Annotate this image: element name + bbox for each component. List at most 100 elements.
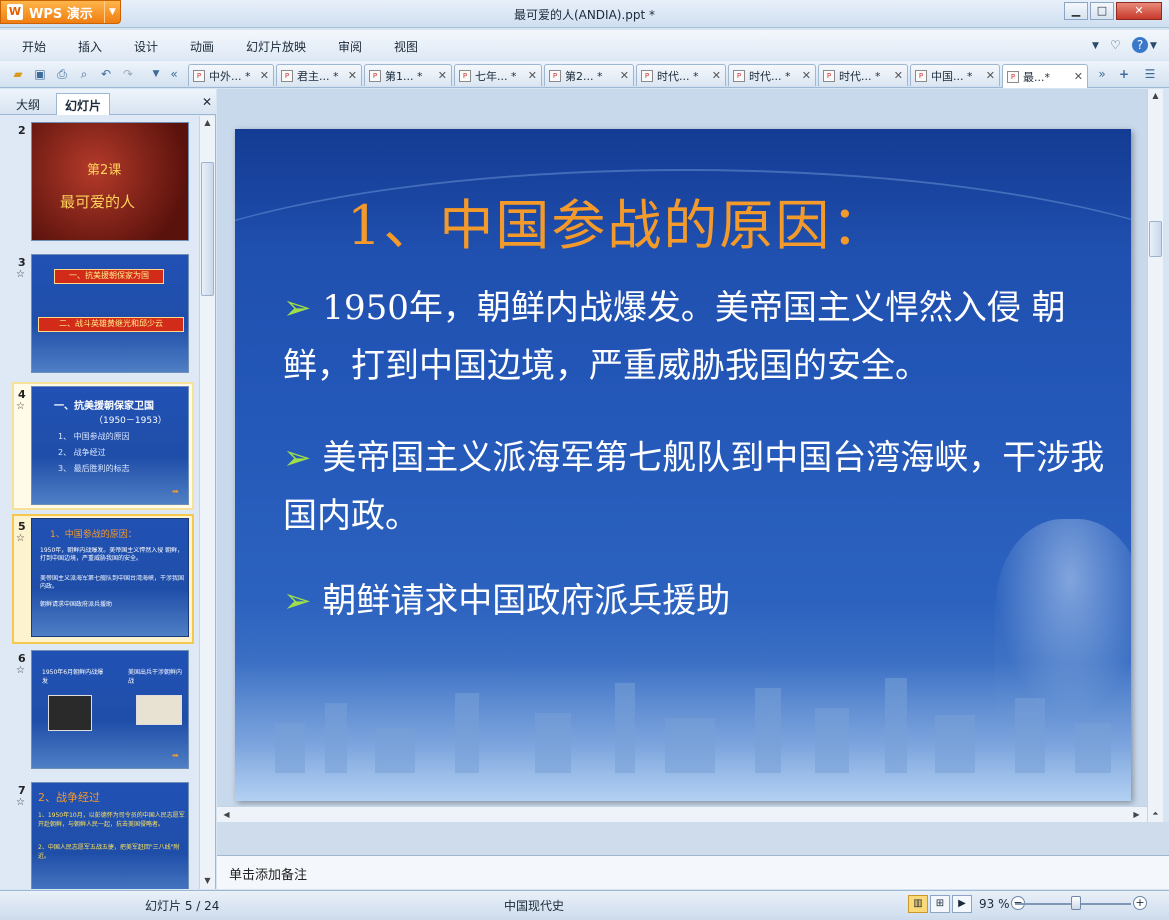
- building: [935, 715, 975, 773]
- slide-sorter-icon[interactable]: ⊞: [930, 895, 950, 913]
- slide-bullet[interactable]: ➢ 美帝国主义派海军第七舰队到中国台湾海峡，干涉我国内政。: [283, 429, 1123, 545]
- tab-scroll-right-icon[interactable]: »: [1094, 66, 1110, 82]
- zoom-in-button[interactable]: +: [1133, 896, 1147, 910]
- doc-tab-active[interactable]: P 最...* ✕: [1002, 64, 1088, 88]
- menu-slideshow[interactable]: 幻灯片放映: [246, 38, 306, 55]
- open-folder-icon[interactable]: ▰: [10, 66, 26, 82]
- print-preview-icon[interactable]: ⌕: [76, 66, 92, 82]
- customize-toolbar-icon[interactable]: ▼: [148, 66, 164, 82]
- close-tab-icon[interactable]: ✕: [528, 69, 537, 82]
- notes-splitter[interactable]: [217, 822, 1169, 855]
- doc-tab[interactable]: P 第2... * ✕: [544, 64, 634, 86]
- chevron-down-icon[interactable]: ▼: [1150, 41, 1157, 51]
- thumbnail-scrollbar[interactable]: ▲ ▼: [199, 116, 215, 889]
- close-tab-icon[interactable]: ✕: [260, 69, 269, 82]
- doc-tab[interactable]: P 中国... * ✕: [910, 64, 1000, 86]
- scroll-up-icon[interactable]: ▲: [1148, 89, 1163, 103]
- thumb-text: 美国出兵干涉朝鲜内战: [128, 669, 183, 685]
- slide-thumbnail-row[interactable]: 4 ☆ 一、抗美援朝保家卫国 （1950－1953） 1、 中国参战的原因 2、…: [0, 386, 198, 510]
- doc-tab[interactable]: P 时代... * ✕: [636, 64, 726, 86]
- slide-thumbnail-row-selected[interactable]: 5 ☆ 1、中国参战的原因： 1950年，朝鲜内战爆发。美帝国主义悍然入侵 朝鲜…: [0, 518, 198, 642]
- menu-insert[interactable]: 插入: [78, 38, 102, 55]
- slide-thumbnail-row[interactable]: 3 ☆ 一、抗美援朝保家为国 二、战斗英雄黄继光和邱少云: [0, 254, 198, 378]
- slide-bullet[interactable]: ➢ 朝鲜请求中国政府派兵援助: [283, 572, 1123, 630]
- ppt-file-icon: P: [459, 69, 471, 82]
- editor-scrollbar[interactable]: ▲ ⏶ ⏷ ▼: [1147, 89, 1163, 855]
- close-tab-icon[interactable]: ✕: [986, 69, 995, 82]
- scroll-up-icon[interactable]: ▲: [200, 116, 215, 130]
- close-tab-icon[interactable]: ✕: [438, 69, 447, 82]
- close-tab-icon[interactable]: ✕: [894, 69, 903, 82]
- slideshow-view-icon[interactable]: ▶: [952, 895, 972, 913]
- notes-pane[interactable]: 单击添加备注: [217, 855, 1169, 889]
- doc-tab[interactable]: P 时代... * ✕: [818, 64, 908, 86]
- menu-review[interactable]: 审阅: [338, 38, 362, 55]
- tab-list-icon[interactable]: ☰: [1142, 66, 1158, 82]
- slide-bullet[interactable]: ➢ 1950年，朝鲜内战爆发。美帝国主义悍然入侵 朝鲜，打到中国边境，严重威胁我…: [283, 279, 1123, 395]
- slide-thumbnail-row[interactable]: 2 第2课 最可爱的人: [0, 122, 198, 246]
- normal-view-icon[interactable]: ▥: [908, 895, 928, 913]
- save-icon[interactable]: ▣: [32, 66, 48, 82]
- building: [1015, 698, 1045, 773]
- slide-thumbnail[interactable]: 1950年6月朝鲜内战爆发 美国出兵干涉朝鲜内战 ➡: [31, 650, 189, 769]
- animation-star-icon: ☆: [16, 269, 25, 280]
- scroll-left-icon[interactable]: ◀: [219, 808, 234, 822]
- slide-number: 6: [18, 652, 26, 665]
- close-tab-icon[interactable]: ✕: [802, 69, 811, 82]
- minimize-button[interactable]: ▁: [1064, 2, 1088, 20]
- thumb-badge: 一、抗美援朝保家为国: [54, 269, 164, 284]
- ppt-file-icon: P: [915, 69, 927, 82]
- scroll-right-icon[interactable]: ▶: [1129, 808, 1144, 822]
- zoom-slider-handle[interactable]: [1071, 896, 1081, 910]
- current-slide[interactable]: 1、中国参战的原因： ➢ 1950年，朝鲜内战爆发。美帝国主义悍然入侵 朝鲜，打…: [235, 129, 1131, 801]
- slide-thumbnail[interactable]: 2、战争经过 1、1950年10月，以彭德怀为司令员的中国人民志愿军开赴朝鲜，与…: [31, 782, 189, 889]
- close-tab-icon[interactable]: ✕: [348, 69, 357, 82]
- help-icon[interactable]: ?: [1132, 37, 1148, 53]
- undo-icon[interactable]: ↶: [98, 66, 114, 82]
- doc-tab-label: 时代... *: [839, 69, 881, 83]
- slide-counter: 幻灯片 5 / 24: [145, 899, 220, 913]
- slide-thumbnail[interactable]: 一、抗美援朝保家为国 二、战斗英雄黄继光和邱少云: [31, 254, 189, 373]
- bullet-text: 1950年，朝鲜内战爆发。美帝国主义悍然入侵 朝鲜，打到中国边境，严重威胁我国的…: [283, 288, 1066, 386]
- doc-tab[interactable]: P 第1... * ✕: [364, 64, 452, 86]
- chevron-down-icon[interactable]: ▼: [1092, 41, 1099, 51]
- animation-star-icon: ☆: [16, 797, 25, 808]
- print-icon[interactable]: ⎙: [54, 66, 70, 82]
- scroll-down-icon[interactable]: ▼: [200, 874, 215, 888]
- tab-outline[interactable]: 大纲: [8, 93, 48, 115]
- skin-icon[interactable]: ♡: [1110, 38, 1121, 52]
- scrollbar-thumb[interactable]: [201, 162, 214, 296]
- next-arrow-icon: ➡: [172, 751, 179, 760]
- animation-star-icon: ☆: [16, 401, 25, 412]
- close-tab-icon[interactable]: ✕: [620, 69, 629, 82]
- menu-home[interactable]: 开始: [22, 38, 46, 55]
- menu-animation[interactable]: 动画: [190, 38, 214, 55]
- doc-tab[interactable]: P 时代... * ✕: [728, 64, 816, 86]
- tab-slides[interactable]: 幻灯片: [56, 93, 111, 115]
- doc-tab[interactable]: P 君主... * ✕: [276, 64, 362, 86]
- close-tab-icon[interactable]: ✕: [1074, 70, 1083, 83]
- slide-thumbnail[interactable]: 第2课 最可爱的人: [31, 122, 189, 241]
- maximize-button[interactable]: □: [1090, 2, 1114, 20]
- slide-thumbnail[interactable]: 一、抗美援朝保家卫国 （1950－1953） 1、 中国参战的原因 2、 战争经…: [31, 386, 189, 505]
- close-panel-button[interactable]: ✕: [202, 95, 212, 109]
- new-tab-icon[interactable]: +: [1116, 66, 1132, 82]
- theme-name: 中国现代史: [504, 899, 565, 913]
- zoom-level[interactable]: 93 %: [979, 897, 1010, 911]
- menu-view[interactable]: 视图: [394, 38, 418, 55]
- notes-placeholder[interactable]: 单击添加备注: [229, 864, 307, 883]
- slide-thumbnail-row[interactable]: 7 ☆ 2、战争经过 1、1950年10月，以彭德怀为司令员的中国人民志愿军开赴…: [0, 782, 198, 889]
- doc-tab[interactable]: P 中外... * ✕: [188, 64, 274, 86]
- menu-design[interactable]: 设计: [134, 38, 158, 55]
- doc-tab[interactable]: P 七年... * ✕: [454, 64, 542, 86]
- prev-slide-icon[interactable]: ⏶: [1148, 807, 1163, 821]
- slide-thumbnail[interactable]: 1、中国参战的原因： 1950年，朝鲜内战爆发。美帝国主义悍然入侵 朝鲜，打到中…: [31, 518, 189, 637]
- redo-icon[interactable]: ↷: [120, 66, 136, 82]
- slide-thumbnail-row[interactable]: 6 ☆ 1950年6月朝鲜内战爆发 美国出兵干涉朝鲜内战 ➡: [0, 650, 198, 774]
- slide-title[interactable]: 1、中国参战的原因：: [347, 181, 887, 260]
- close-tab-icon[interactable]: ✕: [712, 69, 721, 82]
- close-window-button[interactable]: ✕: [1116, 2, 1162, 20]
- horizontal-scrollbar[interactable]: ◀ ▶: [217, 806, 1147, 822]
- tab-scroll-left-icon[interactable]: «: [166, 66, 182, 82]
- scrollbar-thumb[interactable]: [1149, 221, 1162, 257]
